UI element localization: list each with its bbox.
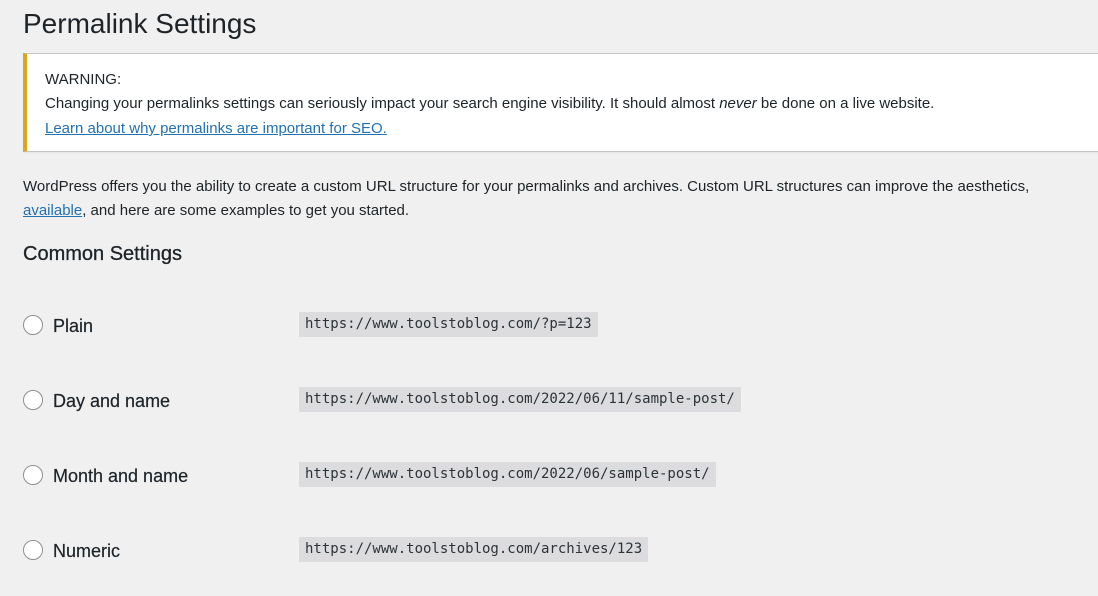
permalink-option-numeric[interactable]: Numeric https://www.toolstoblog.com/arch… xyxy=(23,536,823,566)
notice-title: WARNING: xyxy=(45,71,122,88)
notice-text-before: Changing your permalinks settings can se… xyxy=(45,95,720,112)
month-and-name-example-url: https://www.toolstoblog.com/2022/06/samp… xyxy=(299,462,716,487)
plain-example-url: https://www.toolstoblog.com/?p=123 xyxy=(299,312,598,337)
seo-warning-notice: WARNING: Changing your permalinks settin… xyxy=(23,53,1098,152)
day-and-name-label[interactable]: Day and name xyxy=(53,390,170,412)
common-settings-heading: Common Settings xyxy=(23,243,182,265)
permalink-option-month-and-name[interactable]: Month and name https://www.toolstoblog.c… xyxy=(23,461,823,491)
month-and-name-radio[interactable] xyxy=(23,465,43,485)
intro-text-line2-after: , and here are some examples to get you … xyxy=(82,202,410,219)
month-and-name-label[interactable]: Month and name xyxy=(53,465,188,487)
page-title: Permalink Settings xyxy=(23,8,257,39)
notice-text-after: be done on a live website. xyxy=(756,95,935,112)
numeric-radio[interactable] xyxy=(23,540,43,560)
day-and-name-radio[interactable] xyxy=(23,390,43,410)
notice-text-emphasis: never xyxy=(719,95,757,112)
permalink-option-plain[interactable]: Plain https://www.toolstoblog.com/?p=123 xyxy=(23,311,823,341)
available-link[interactable]: available xyxy=(23,202,82,219)
plain-radio[interactable] xyxy=(23,315,43,335)
seo-permalinks-link[interactable]: Learn about why permalinks are important… xyxy=(45,120,387,138)
day-and-name-example-url: https://www.toolstoblog.com/2022/06/11/s… xyxy=(299,387,741,412)
plain-label[interactable]: Plain xyxy=(53,315,93,337)
permalink-option-day-and-name[interactable]: Day and name https://www.toolstoblog.com… xyxy=(23,386,823,416)
numeric-example-url: https://www.toolstoblog.com/archives/123 xyxy=(299,537,649,562)
intro-text-line1: WordPress offers you the ability to crea… xyxy=(23,178,1030,195)
intro-text-line2: available, and here are some examples to… xyxy=(23,199,409,223)
notice-text: Changing your permalinks settings can se… xyxy=(45,95,934,113)
numeric-label[interactable]: Numeric xyxy=(53,540,120,562)
